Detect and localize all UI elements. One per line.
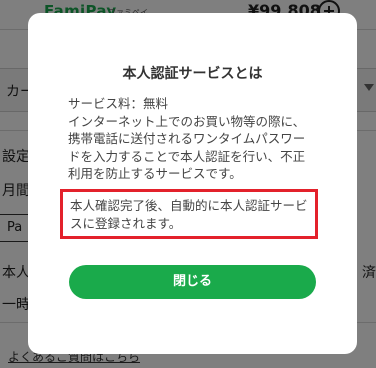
description-line: インターネット上でのお買い物等の際に、 — [68, 113, 306, 129]
app-screen: FamiPay ファミペイ ¥99,808 カー 設定 月間 Pa 本人 済 一… — [0, 0, 376, 368]
notice-line: スに登録されます。 — [70, 215, 182, 231]
registration-notice: 本人確認完了後、自動的に本人認証サービ スに登録されます。 — [60, 189, 318, 239]
modal-description: サービス料：無料 インターネット上でのお買い物等の際に、 携帯電話に送付されるワ… — [68, 95, 330, 183]
notice-text: 本人確認完了後、自動的に本人認証サービ スに登録されます。 — [70, 197, 310, 232]
description-line: サービス料：無料 — [68, 96, 169, 111]
close-button[interactable]: 閉じる — [69, 265, 316, 299]
description-line: 携帯電話に送付されるワンタイムパスワー — [68, 131, 306, 146]
description-line: ドを入力することで本人認証を行い、不正 — [68, 148, 306, 164]
info-modal: 本人認証サービスとは サービス料：無料 インターネット上でのお買い物等の際に、 … — [28, 13, 357, 354]
notice-line: 本人確認完了後、自動的に本人認証サービ — [70, 198, 308, 213]
description-line: 利用を防止するサービスです。 — [68, 166, 242, 181]
modal-title: 本人認証サービスとは — [122, 66, 263, 82]
